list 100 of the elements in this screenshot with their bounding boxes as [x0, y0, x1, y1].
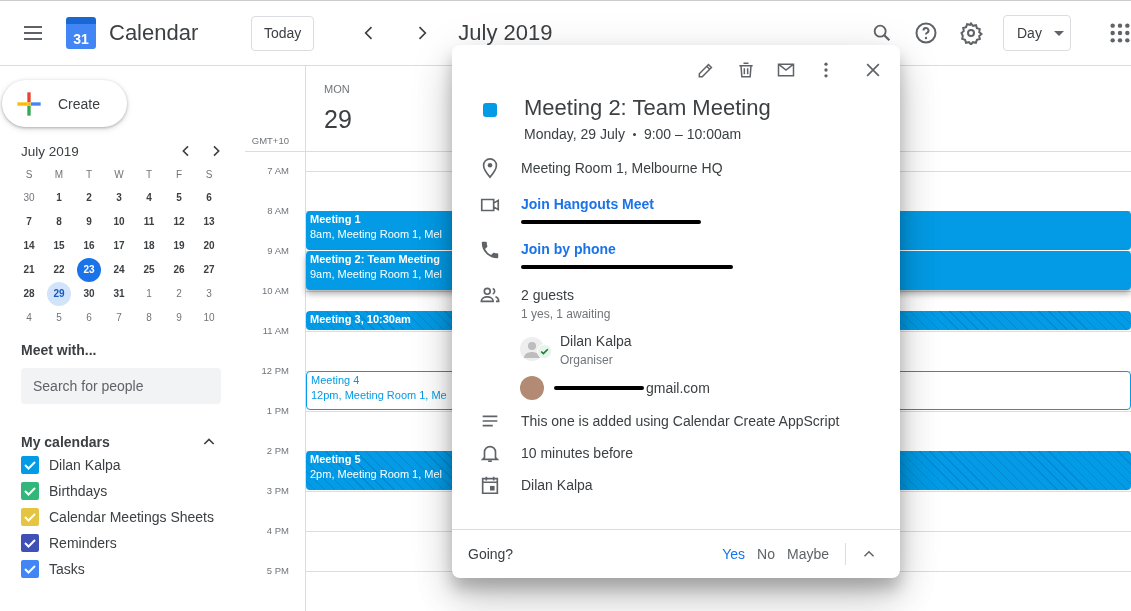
mini-calendar-day[interactable]: 3 [197, 282, 221, 306]
mini-calendar-day[interactable]: 2 [77, 186, 101, 210]
event-location: Meeting Room 1, Melbourne HQ [521, 159, 723, 178]
weekday-label: T [84, 168, 94, 182]
create-button[interactable]: Create [2, 80, 127, 127]
rsvp-option[interactable]: Maybe [780, 542, 835, 566]
mini-calendar-day[interactable]: 5 [47, 306, 71, 330]
mini-calendar-day[interactable]: 7 [17, 210, 41, 234]
hour-label: 8 AM [267, 205, 289, 216]
calendar-checkbox[interactable] [21, 508, 39, 526]
mini-calendar-day[interactable]: 4 [17, 306, 41, 330]
caret-icon [1053, 30, 1064, 36]
mini-calendar-day[interactable]: 10 [197, 306, 221, 330]
weekday-label: MON [324, 83, 351, 95]
mini-calendar-day[interactable]: 29 [47, 282, 71, 306]
event-reminder: 10 minutes before [521, 444, 634, 463]
calendar-name: Tasks [49, 561, 85, 577]
guest-name: Dilan Kalpa [560, 332, 632, 351]
calendar-checkbox[interactable] [21, 482, 39, 500]
event-date: Monday, 29 July [524, 126, 625, 142]
join-hangouts-link[interactable]: Join Hangouts Meet [521, 194, 701, 214]
hour-label: 1 PM [266, 405, 289, 416]
mini-calendar-month: July 2019 [21, 143, 80, 159]
calendar-checkbox[interactable] [21, 456, 39, 474]
mini-calendar-day[interactable]: 25 [137, 258, 161, 282]
guest-role: Organiser [560, 352, 614, 368]
hour-label: 11 AM [262, 325, 289, 336]
event-calendar: Dilan Kalpa [521, 476, 593, 495]
guests-count: 2 guests [521, 286, 575, 305]
mini-calendar-day[interactable]: 6 [197, 186, 221, 210]
rsvp-option[interactable]: No [751, 542, 781, 566]
weekday-label: T [144, 168, 154, 182]
mini-calendar-day[interactable]: 9 [77, 210, 101, 234]
event-time: 9:00 – 10:00am [643, 126, 742, 142]
mini-calendar-day[interactable]: 13 [197, 210, 221, 234]
help-icon[interactable] [914, 21, 938, 45]
timezone-label: GMT+10 [251, 135, 289, 146]
mini-calendar-day[interactable]: 26 [167, 258, 191, 282]
join-by-phone-link[interactable]: Join by phone [521, 239, 733, 259]
search-people-field[interactable]: Search for people [21, 368, 221, 404]
mini-calendar-day[interactable]: 3 [107, 186, 131, 210]
calendar-name: Dilan Kalpa [49, 457, 121, 473]
weekday-label: W [113, 168, 125, 182]
mini-calendar-day[interactable]: 24 [107, 258, 131, 282]
mini-calendar-day[interactable]: 1 [47, 186, 71, 210]
mini-calendar-day[interactable]: 6 [77, 306, 101, 330]
weekday-label: S [24, 168, 34, 182]
hour-label: 3 PM [266, 485, 289, 496]
mini-calendar-day[interactable]: 12 [167, 210, 191, 234]
mini-calendar-day[interactable]: 10 [107, 210, 131, 234]
mini-calendar-day[interactable]: 7 [107, 306, 131, 330]
mini-calendar-day[interactable]: 23 [77, 258, 101, 282]
mini-calendar-day[interactable]: 4 [137, 186, 161, 210]
mini-calendar-day[interactable]: 17 [107, 234, 131, 258]
mini-calendar-day[interactable]: 31 [107, 282, 131, 306]
hour-label: 9 AM [267, 245, 289, 256]
mini-calendar-day[interactable]: 16 [77, 234, 101, 258]
mini-calendar-day[interactable]: 1 [137, 282, 161, 306]
settings-icon[interactable] [959, 21, 983, 45]
hour-label: 2 PM [266, 445, 289, 456]
mini-calendar-day[interactable]: 15 [47, 234, 71, 258]
mini-calendar-day[interactable]: 5 [167, 186, 191, 210]
guest-email: gmail.com [646, 379, 710, 398]
mini-calendar-day[interactable]: 28 [17, 282, 41, 306]
calendar-name: Calendar Meetings Sheets [49, 509, 214, 525]
event-title: Meeting 2: Team Meeting [524, 95, 771, 121]
mini-calendar-day[interactable]: 19 [167, 234, 191, 258]
event-description: This one is added using Calendar Create AppScript [521, 412, 840, 431]
calendar-checkbox[interactable] [21, 560, 39, 578]
mini-calendar-day[interactable]: 21 [17, 258, 41, 282]
calendar-checkbox[interactable] [21, 534, 39, 552]
mini-calendar-day[interactable]: 8 [137, 306, 161, 330]
hour-label: 4 PM [266, 525, 289, 536]
weekday-label: M [53, 168, 65, 182]
mini-calendar-day[interactable]: 11 [137, 210, 161, 234]
apps-grid-icon[interactable] [1109, 22, 1131, 44]
mini-calendar-day[interactable]: 27 [197, 258, 221, 282]
separator-dot [632, 132, 636, 136]
mini-calendar-day[interactable]: 30 [17, 186, 41, 210]
mini-calendar-day[interactable]: 18 [137, 234, 161, 258]
mini-calendar-day[interactable]: 22 [47, 258, 71, 282]
search-icon[interactable] [871, 22, 893, 44]
mini-calendar-day[interactable]: 14 [17, 234, 41, 258]
mini-calendar-day[interactable]: 9 [167, 306, 191, 330]
today-button[interactable]: Today [251, 15, 315, 51]
hour-label: 5 PM [266, 565, 289, 576]
mini-calendar-day[interactable]: 20 [197, 234, 221, 258]
view-dropdown[interactable]: Day [1003, 15, 1071, 51]
weekday-label: S [204, 168, 214, 182]
my-calendars-heading: My calendars [21, 434, 111, 450]
mini-calendar-day[interactable]: 8 [47, 210, 71, 234]
rsvp-question: Going? [468, 546, 514, 562]
delete-icon[interactable] [736, 60, 756, 80]
guests-summary: 1 yes, 1 awaiting [521, 306, 611, 322]
mini-calendar-day[interactable]: 30 [77, 282, 101, 306]
hour-label: 7 AM [267, 165, 289, 176]
rsvp-option[interactable]: Yes [716, 542, 752, 566]
mini-calendar-day[interactable]: 2 [167, 282, 191, 306]
email-icon[interactable] [776, 60, 796, 80]
calendar-logo-icon: 31 [66, 17, 96, 49]
